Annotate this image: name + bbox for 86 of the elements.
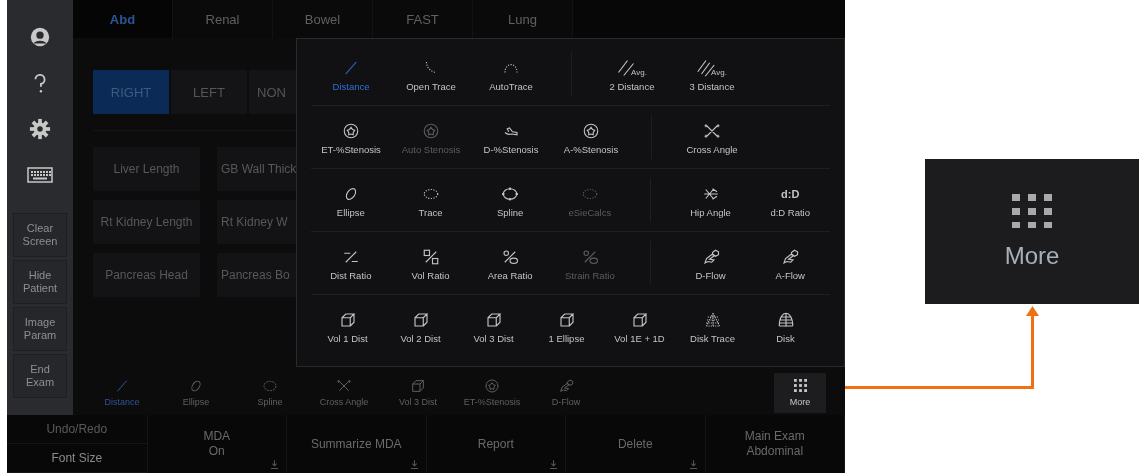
cube-icon — [411, 310, 430, 329]
tool-item[interactable]: Vol 1 Dist — [311, 299, 384, 353]
tool-item[interactable]: Trace — [390, 173, 471, 227]
cross-icon — [336, 378, 352, 394]
tool-item[interactable]: Vol 1E + 1D — [603, 299, 676, 353]
side-button[interactable]: NON — [249, 70, 296, 114]
cube-icon — [410, 378, 426, 394]
tool-button[interactable]: Spline — [233, 378, 307, 407]
bottom-button[interactable]: Report — [426, 415, 566, 473]
sidebar-button[interactable]: End Exam — [13, 354, 67, 398]
percent-icon — [501, 247, 520, 266]
tool-button[interactable]: Ellipse — [159, 378, 233, 407]
tool-item[interactable]: D-Flow — [670, 236, 751, 290]
measurement-button[interactable]: GB Wall Thick — [217, 147, 296, 191]
tool-item[interactable]: Spline — [470, 173, 550, 227]
ratio-icon — [421, 247, 440, 266]
settings-icon[interactable] — [29, 118, 51, 140]
tool-item[interactable]: Vol Ratio — [390, 236, 471, 290]
bottom-button[interactable]: MDA On — [147, 415, 287, 473]
ring-icon — [582, 121, 600, 140]
tool-item[interactable]: Cross Angle — [672, 110, 752, 164]
tool-item[interactable]: Open Trace — [391, 47, 471, 101]
tool-item[interactable]: Vol 3 Dist — [457, 299, 530, 353]
tool-item[interactable]: Avg. 3 Distance — [672, 47, 752, 101]
callout-label: More — [1004, 241, 1060, 270]
bottom-button[interactable]: Main Exam Abdominal — [705, 415, 845, 473]
icon-caption: Avg. — [631, 67, 647, 77]
tool-item[interactable]: 1 Ellipse — [530, 299, 603, 353]
tool-button[interactable]: Distance — [85, 378, 159, 407]
ring-icon — [342, 121, 360, 140]
sidebar-button[interactable]: Hide Patient — [13, 260, 67, 304]
ring-icon — [484, 378, 500, 394]
down-arrow-icon — [271, 460, 278, 469]
probe-icon — [701, 247, 720, 266]
ring-icon — [422, 121, 440, 140]
measurement-button[interactable]: Pancreas Bo — [217, 253, 296, 297]
cube-icon — [630, 310, 649, 329]
grid-icon — [793, 378, 807, 392]
down-arrow-icon — [689, 460, 697, 469]
icon-caption: Avg. — [711, 67, 727, 77]
bottom-button[interactable]: Summarize MDA — [287, 415, 427, 473]
cube-icon — [338, 310, 357, 329]
probe-icon — [781, 247, 800, 266]
ellipse-icon — [188, 378, 204, 394]
measurement-button[interactable]: Pancreas Head — [93, 253, 200, 297]
tool-item[interactable]: A-Flow — [750, 236, 831, 290]
tool-item[interactable]: Dist Ratio — [311, 236, 391, 290]
measurement-button[interactable]: Rt Kidney W — [217, 200, 296, 244]
down-arrow-icon — [550, 460, 557, 469]
spline-icon — [262, 378, 278, 394]
tool-item[interactable]: d:D d:D Ratio — [750, 173, 831, 227]
tool-item[interactable]: Hip Angle — [670, 173, 751, 227]
sidebar-button[interactable]: Clear Screen — [13, 213, 67, 257]
sidebar-button[interactable]: Image Param — [13, 307, 67, 351]
more-button[interactable]: More — [774, 372, 826, 413]
tool-item[interactable]: Ellipse — [311, 173, 391, 227]
tool-item[interactable]: Avg. 2 Distance — [592, 47, 672, 101]
cross-icon — [703, 121, 721, 140]
line-icon — [114, 378, 130, 394]
tool-item[interactable]: A-%Stenosis — [551, 110, 631, 164]
percent-icon — [580, 247, 599, 266]
cube-icon — [484, 310, 503, 329]
probe-icon — [558, 378, 574, 394]
grid-icon — [1012, 193, 1052, 228]
tool-item[interactable]: Disk Trace — [676, 299, 749, 353]
bottom-button[interactable]: Font Size — [7, 444, 147, 473]
tool-item[interactable]: Disk — [749, 299, 822, 353]
measurement-button[interactable]: Rt Kidney Length — [93, 200, 200, 244]
tool-item[interactable]: Distance — [311, 47, 391, 101]
tool-item[interactable]: D-%Stenosis — [471, 110, 551, 164]
bottom-button[interactable]: Delete — [566, 415, 706, 473]
tool-item[interactable]: AutoTrace — [471, 47, 551, 101]
tool-item[interactable]: Area Ratio — [470, 236, 550, 290]
tool-item[interactable]: ET-%Stenosis — [311, 110, 391, 164]
user-icon[interactable] — [29, 26, 51, 48]
tool-button[interactable]: ET-%Stenosis — [455, 378, 529, 407]
keyboard-icon[interactable] — [27, 167, 53, 183]
cube-icon — [557, 310, 576, 329]
down-arrow-icon — [410, 460, 418, 469]
side-button[interactable]: LEFT — [171, 70, 247, 114]
tool-button[interactable]: Cross Angle — [307, 378, 381, 407]
tool-button[interactable]: Vol 3 Dist — [381, 378, 455, 407]
tool-item[interactable]: Vol 2 Dist — [384, 299, 457, 353]
tool-button[interactable]: D-Flow — [529, 378, 603, 407]
measurement-button[interactable]: Liver Length — [93, 147, 200, 191]
ratio-glyph: d:D — [781, 186, 800, 202]
